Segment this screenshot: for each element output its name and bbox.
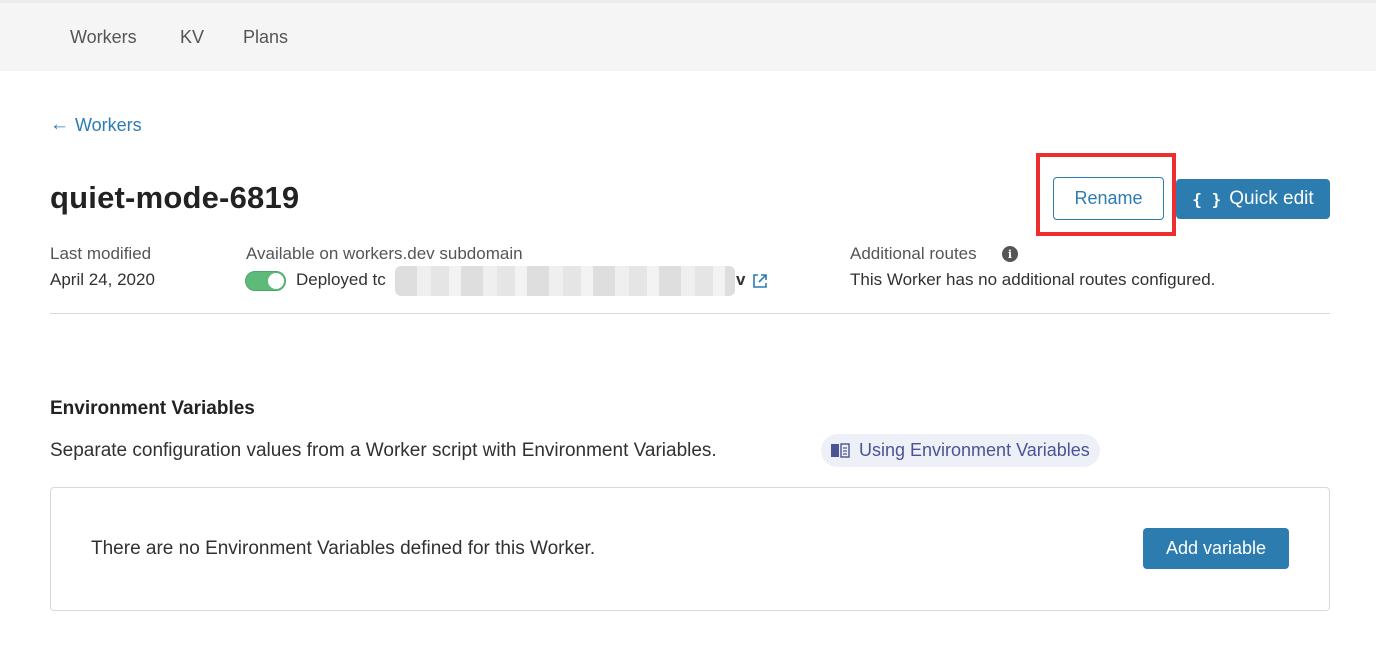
env-variables-panel: There are no Environment Variables defin…	[50, 487, 1330, 611]
subdomain-toggle[interactable]	[245, 271, 286, 291]
last-modified-label: Last modified	[50, 244, 152, 263]
additional-routes-value: This Worker has no additional routes con…	[850, 270, 1216, 289]
info-icon[interactable]: i	[1002, 246, 1018, 262]
nav-item-kv[interactable]: KV	[180, 27, 204, 48]
last-modified-value: April 24, 2020	[50, 270, 155, 289]
rename-button[interactable]: Rename	[1053, 177, 1164, 220]
external-link-icon[interactable]	[751, 272, 769, 290]
redacted-subdomain-url	[395, 266, 735, 296]
env-empty-message: There are no Environment Variables defin…	[91, 538, 596, 559]
code-braces-icon: { }	[1192, 189, 1222, 209]
toggle-knob	[268, 273, 284, 289]
worker-name-title: quiet-mode-6819	[50, 180, 300, 215]
add-variable-button[interactable]: Add variable	[1143, 528, 1289, 569]
back-link-label: Workers	[75, 114, 142, 135]
env-variables-doc-link[interactable]: Using Environment Variables	[821, 434, 1100, 467]
additional-routes-label: Additional routes	[850, 244, 977, 263]
deployed-text: Deployed tc	[296, 270, 386, 289]
divider	[50, 313, 1330, 314]
nav-item-plans[interactable]: Plans	[243, 27, 288, 48]
env-variables-title: Environment Variables	[50, 398, 255, 419]
top-navigation: Workers KV Plans	[0, 0, 1376, 71]
subdomain-label: Available on workers.dev subdomain	[246, 244, 523, 263]
env-variables-description: Separate configuration values from a Wor…	[50, 440, 717, 461]
back-to-workers-link[interactable]: ← Workers	[50, 114, 142, 136]
doc-link-label: Using Environment Variables	[859, 440, 1090, 460]
nav-item-workers[interactable]: Workers	[70, 27, 137, 48]
book-icon	[831, 443, 850, 458]
deployed-text-end: v	[736, 270, 746, 289]
quick-edit-label: Quick edit	[1229, 188, 1314, 209]
quick-edit-button[interactable]: { } Quick edit	[1176, 179, 1330, 219]
arrow-left-icon: ←	[50, 114, 69, 135]
